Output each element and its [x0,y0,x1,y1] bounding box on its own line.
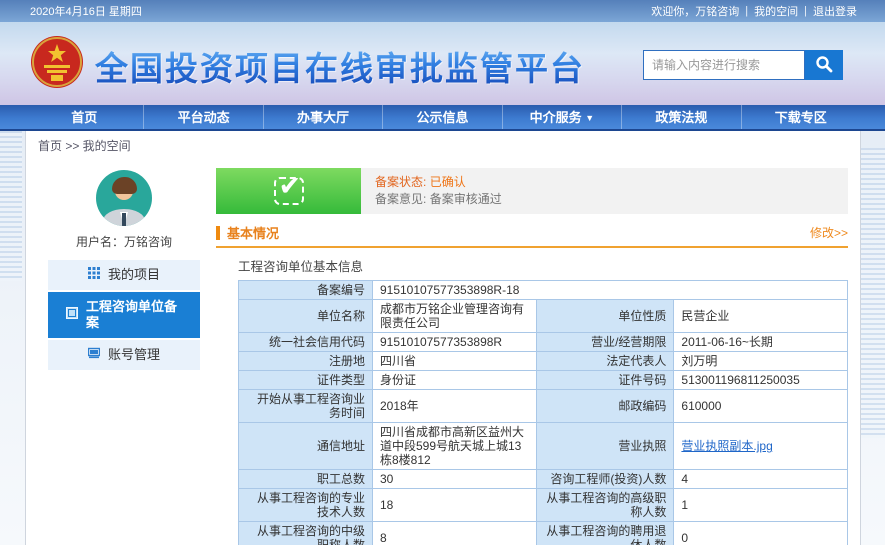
sidebar-item-my-projects[interactable]: 我的项目 [48,260,200,290]
field-label: 单位性质 [537,300,674,333]
field-label: 营业/经营期限 [537,333,674,352]
field-value: 18 [372,489,536,522]
top-bar: 2020年4月16日 星期四 欢迎你，万铭咨询 | 我的空间 | 退出登录 [0,0,885,22]
field-label: 单位名称 [239,300,373,333]
field-value: 8 [372,522,536,545]
field-label: 法定代表人 [537,352,674,371]
status-banner: ✔ 备案状态: 已确认 备案意见: 备案审核通过 [216,168,848,214]
field-value: 2011-06-16~长期 [674,333,848,352]
field-label: 职工总数 [239,470,373,489]
field-value: 身份证 [372,371,536,390]
field-value: 91510107577353898R [372,333,536,352]
field-label: 开始从事工程咨询业务时间 [239,390,373,423]
table-row: 开始从事工程咨询业务时间 2018年 邮政编码 610000 [239,390,848,423]
nav-item-intermediary-services[interactable]: 中介服务 ▼ [503,105,622,129]
table-row: 单位名称 成都市万铭企业管理咨询有限责任公司 单位性质 民营企业 [239,300,848,333]
sidebar-item-consulting-unit-filing[interactable]: 工程咨询单位备案 [48,292,200,338]
field-value: 0 [674,522,848,545]
basic-info-table: 备案编号 91510107577353898R-18 单位名称 成都市万铭企业管… [238,280,848,545]
main-nav: 首页 平台动态 办事大厅 公示信息 中介服务 ▼ 政策法规 下载专区 [0,105,885,131]
field-value: 四川省 [372,352,536,371]
status-icon-box: ✔ [216,168,361,214]
background-stripes-right [861,148,885,438]
site-title: 全国投资项目在线审批监管平台 [95,42,585,90]
table-row: 从事工程咨询的专业技术人数 18 从事工程咨询的高级职称人数 1 [239,489,848,522]
national-emblem-icon [30,35,84,94]
logout-link[interactable]: 退出登录 [813,3,857,19]
check-icon: ✔ [274,177,304,205]
search-box [643,50,843,80]
breadcrumb[interactable]: 首页 >> 我的空间 [26,131,860,158]
field-label: 统一社会信用代码 [239,333,373,352]
table-row: 证件类型 身份证 证件号码 513001196811250035 [239,371,848,390]
field-value: 刘万明 [674,352,848,371]
field-label: 邮政编码 [537,390,674,423]
nav-item-downloads[interactable]: 下载专区 [742,105,860,129]
section-bar [216,226,220,240]
table-row: 通信地址 四川省成都市高新区益州大道中段599号航天城上城13栋8楼812 营业… [239,423,848,470]
search-input[interactable] [643,50,805,80]
field-value: 四川省成都市高新区益州大道中段599号航天城上城13栋8楼812 [372,423,536,470]
field-label: 从事工程咨询的专业技术人数 [239,489,373,522]
field-label: 咨询工程师(投资)人数 [537,470,674,489]
welcome-text: 欢迎你，万铭咨询 [651,3,739,19]
status-badge: 已确认 [430,175,466,189]
field-label: 证件类型 [239,371,373,390]
table-row: 备案编号 91510107577353898R-18 [239,281,848,300]
field-value: 2018年 [372,390,536,423]
field-label: 营业执照 [537,423,674,470]
field-value: 营业执照副本.jpg [674,423,848,470]
field-label: 通信地址 [239,423,373,470]
avatar [96,170,152,226]
business-license-link[interactable]: 营业执照副本.jpg [681,439,772,453]
document-icon [66,307,78,323]
nav-item-policies[interactable]: 政策法规 [622,105,741,129]
field-value: 513001196811250035 [674,371,848,390]
field-value: 4 [674,470,848,489]
nav-item-public-info[interactable]: 公示信息 [383,105,502,129]
field-value: 30 [372,470,536,489]
section-title: 基本情况 [227,223,810,242]
section-header: 基本情况 修改>> [216,223,848,248]
table-row: 职工总数 30 咨询工程师(投资)人数 4 [239,470,848,489]
field-label: 从事工程咨询的聘用退休人数 [537,522,674,545]
field-label: 注册地 [239,352,373,371]
table-row: 从事工程咨询的中级职称人数 8 从事工程咨询的聘用退休人数 0 [239,522,848,545]
filing-opinion-line: 备案意见: 备案审核通过 [375,191,834,208]
sidebar-item-account-management[interactable]: 账号管理 [48,340,200,370]
modify-link[interactable]: 修改>> [810,224,848,241]
magnifier-icon [815,55,833,76]
filing-status-line: 备案状态: 已确认 [375,174,834,191]
field-value: 民营企业 [674,300,848,333]
chevron-down-icon: ▼ [585,113,594,123]
table-title: 工程咨询单位基本信息 [238,256,848,275]
date-text: 2020年4月16日 星期四 [30,3,142,19]
site-header: 全国投资项目在线审批监管平台 [0,22,885,105]
search-button[interactable] [805,50,843,80]
content-box: 首页 >> 我的空间 用户名：万铭咨询 [25,131,861,545]
page: 2020年4月16日 星期四 欢迎你，万铭咨询 | 我的空间 | 退出登录 全国… [0,0,885,545]
username-label: 用户名：万铭咨询 [48,233,200,250]
field-value: 1 [674,489,848,522]
main-panel: ✔ 备案状态: 已确认 备案意见: 备案审核通过 [206,158,852,545]
field-label: 从事工程咨询的高级职称人数 [537,489,674,522]
monitor-icon [88,347,100,363]
separator: | [804,5,807,17]
nav-item-home[interactable]: 首页 [25,105,144,129]
field-label: 证件号码 [537,371,674,390]
table-row: 统一社会信用代码 91510107577353898R 营业/经营期限 2011… [239,333,848,352]
field-value: 成都市万铭企业管理咨询有限责任公司 [372,300,536,333]
field-label: 从事工程咨询的中级职称人数 [239,522,373,545]
field-label: 备案编号 [239,281,373,300]
nav-item-platform-news[interactable]: 平台动态 [144,105,263,129]
nav-item-service-hall[interactable]: 办事大厅 [264,105,383,129]
sidebar: 用户名：万铭咨询 我的项目 [34,158,206,545]
field-value: 610000 [674,390,848,423]
background-stripes-left [0,131,22,281]
field-value: 91510107577353898R-18 [372,281,847,300]
my-space-link[interactable]: 我的空间 [754,3,798,19]
grid-icon [88,267,100,283]
table-row: 注册地 四川省 法定代表人 刘万明 [239,352,848,371]
separator: | [745,5,748,17]
